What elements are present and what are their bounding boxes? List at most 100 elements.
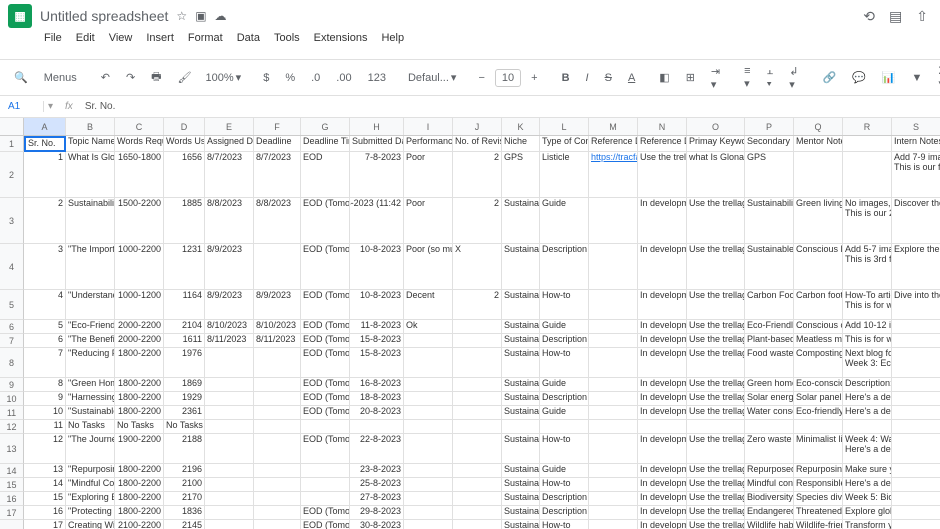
cell[interactable]: 11 [24,420,66,434]
cell[interactable]: Sustainable choi [745,244,794,290]
cell[interactable]: Sustainability 10 [66,198,115,244]
cell[interactable]: EOD (Tomorrow [301,506,350,520]
cell[interactable]: Creating Wildlife [66,520,115,529]
cell[interactable]: EOD [301,152,350,198]
comment-icon[interactable]: ▤ [889,8,902,25]
cell[interactable] [301,492,350,506]
cell[interactable]: Sustainability [502,406,540,420]
cell[interactable]: EOD (Tomorrow [301,434,350,464]
cell[interactable] [892,420,940,434]
col-header[interactable]: A [24,118,66,135]
cell[interactable]: 5 [24,320,66,334]
formula-bar[interactable]: Sr. No. [81,101,120,112]
cell[interactable]: 1800-2200 [115,392,164,406]
header-cell[interactable]: Assigned Date [205,136,254,152]
cell[interactable] [254,478,301,492]
cell[interactable]: Sustainability [502,506,540,520]
header-cell[interactable]: Secondary Keyw [745,136,794,152]
cell[interactable]: EOD (Tomorrow [301,348,350,378]
cell[interactable] [404,434,453,464]
cell[interactable] [540,420,589,434]
cell[interactable] [453,392,502,406]
cell[interactable]: 8/11/2023 [254,334,301,348]
cell[interactable]: Threatened spec [794,506,843,520]
cell[interactable] [404,392,453,406]
cell[interactable] [453,348,502,378]
cell[interactable]: Solar energy, Re [745,392,794,406]
cell[interactable]: EOD (Tomorrow [301,320,350,334]
cell[interactable]: In development [638,478,687,492]
cell[interactable]: Poor [404,198,453,244]
cell[interactable]: GPS [502,152,540,198]
format-icon[interactable]: 123 [362,68,392,88]
cell[interactable] [205,520,254,529]
header-cell[interactable]: Reference Docu [638,136,687,152]
zoom-select[interactable]: 100% ▾ [202,69,246,86]
cell[interactable] [404,420,453,434]
cell[interactable] [502,420,540,434]
italic-icon[interactable]: I [580,68,595,88]
cell[interactable]: what Is Glonass [687,152,745,198]
name-box[interactable]: A1 [0,101,44,112]
cell[interactable]: 10 [24,406,66,420]
cell[interactable]: Food waste redu [745,348,794,378]
col-header[interactable]: Q [794,118,843,135]
cell[interactable]: Use the trellage [687,506,745,520]
cell[interactable]: 2100-2200 [115,520,164,529]
cell[interactable]: Water conservat [745,406,794,420]
cell[interactable] [254,406,301,420]
cell[interactable] [404,506,453,520]
row-header[interactable]: 9 [0,378,24,392]
cell[interactable] [404,520,453,529]
cell[interactable]: 8/10/2023 [205,320,254,334]
chart-icon[interactable]: 📊 [876,67,902,88]
cell[interactable]: 1900-2200 [115,434,164,464]
cell[interactable]: Sustainability [502,348,540,378]
cell[interactable]: "The Benefits of [66,334,115,348]
cell[interactable]: Guide [540,464,589,478]
cell[interactable]: 1800-2200 [115,378,164,392]
cell[interactable] [254,434,301,464]
font-size[interactable]: 10 [495,69,521,87]
menu-edit[interactable]: Edit [72,30,99,46]
cell[interactable]: Eco-Friendly sho [745,320,794,334]
cell[interactable] [892,392,940,406]
cell[interactable]: How-to [540,290,589,320]
col-header[interactable]: R [843,118,892,135]
cell[interactable]: In development [638,334,687,348]
header-cell[interactable]: Type of Content [540,136,589,152]
cloud-icon[interactable]: ☁ [215,9,227,23]
cell[interactable]: 11-8-2023 [350,320,404,334]
cell[interactable]: Guide [540,378,589,392]
cell[interactable] [589,478,638,492]
cell[interactable]: Explore global efforts to protect endang… [843,506,892,520]
print-icon[interactable]: 🖶 [145,64,167,91]
header-cell[interactable]: Deadline [254,136,301,152]
cell[interactable]: Green home imp [745,378,794,392]
row-header[interactable]: 11 [0,406,24,420]
cell[interactable]: In development [638,492,687,506]
cell[interactable]: 6 [24,334,66,348]
col-header[interactable]: E [205,118,254,135]
cell[interactable]: 1000-1200 [115,290,164,320]
cell[interactable]: 2196 [164,464,205,478]
cell[interactable] [453,420,502,434]
cell[interactable]: Sustainability [502,320,540,334]
cell[interactable]: 15-8-2023 [350,348,404,378]
cell[interactable]: Sustainability [502,334,540,348]
cell[interactable] [589,244,638,290]
cell[interactable]: "Green Home Ma [66,378,115,392]
cell[interactable]: 14 [24,478,66,492]
menu-tools[interactable]: Tools [270,30,304,46]
cell[interactable] [589,334,638,348]
cell[interactable]: 2 [453,198,502,244]
merge-icon[interactable]: ⇥ ▾ [705,61,726,95]
cell[interactable]: 10-8-2023 [350,244,404,290]
cell[interactable]: Poor [404,152,453,198]
cell[interactable] [892,320,940,334]
col-header[interactable]: J [453,118,502,135]
cell[interactable]: Use the trellage [687,320,745,334]
cell[interactable] [205,464,254,478]
cell[interactable]: 1869 [164,378,205,392]
cell[interactable] [794,420,843,434]
